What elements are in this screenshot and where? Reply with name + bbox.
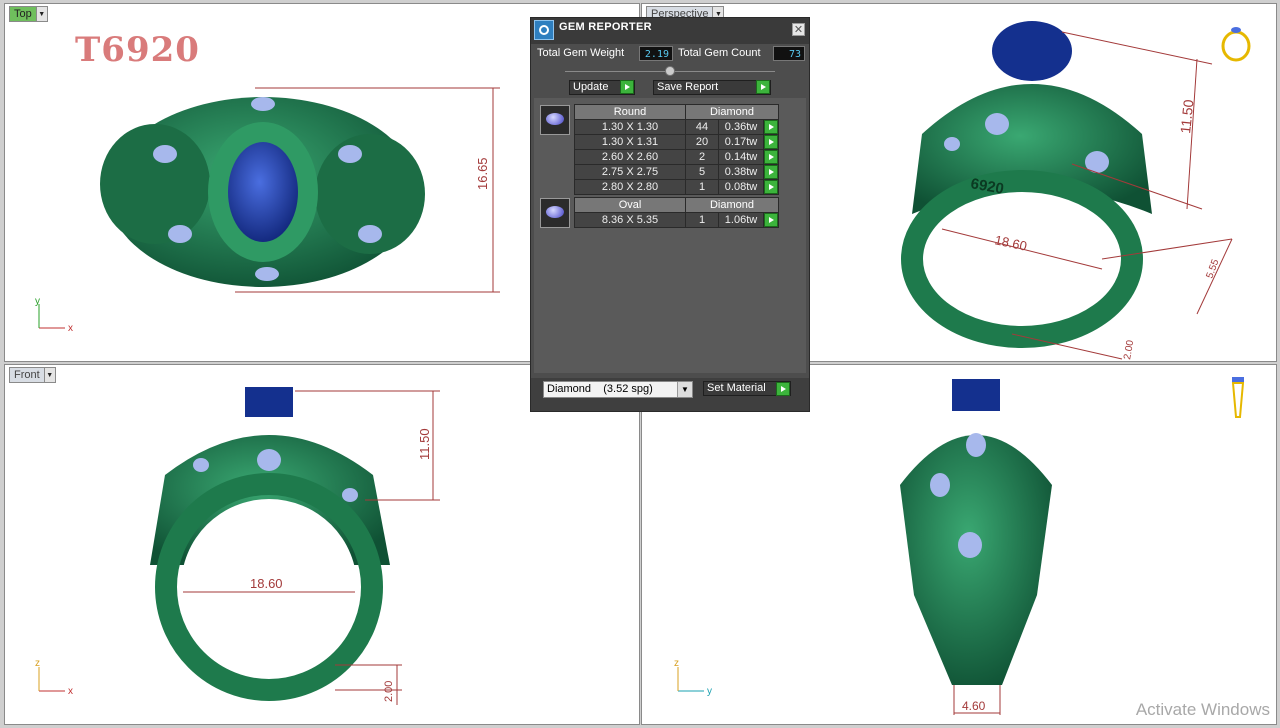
gem-count: 44 bbox=[685, 119, 719, 135]
table-row: 8.36 X 5.35 1 1.06tw bbox=[574, 212, 779, 228]
table-row: 2.75 X 2.75 5 0.38tw bbox=[574, 164, 779, 180]
totals-row: Total Gem Weight 2.19 Total Gem Count 73 bbox=[535, 46, 807, 64]
row-select[interactable] bbox=[763, 149, 779, 165]
gem-size: 1.30 X 1.31 bbox=[574, 134, 686, 150]
gem-group-oval: Oval Diamond 8.36 X 5.35 1 1.06tw bbox=[574, 197, 779, 228]
gem-group-round: Round Diamond 1.30 X 1.30 44 0.36tw 1.30… bbox=[574, 104, 779, 195]
set-material-label: Set Material bbox=[707, 382, 766, 394]
total-weight-label: Total Gem Weight bbox=[537, 47, 625, 59]
oval-gem-icon bbox=[540, 198, 570, 228]
close-button[interactable]: ✕ bbox=[792, 23, 805, 36]
gem-count: 1 bbox=[685, 212, 719, 228]
material-select[interactable]: Diamond (3.52 spg) ▼ bbox=[543, 381, 693, 398]
gem-list: Round Diamond 1.30 X 1.30 44 0.36tw 1.30… bbox=[534, 98, 806, 373]
gem-reporter-panel: GEM REPORTER ✕ Total Gem Weight 2.19 Tot… bbox=[530, 17, 810, 412]
gem-count: 2 bbox=[685, 149, 719, 165]
dimension-lines bbox=[953, 685, 1001, 715]
row-select[interactable] bbox=[763, 134, 779, 150]
panel-titlebar[interactable]: GEM REPORTER ✕ bbox=[531, 18, 809, 44]
gem-weight: 0.38tw bbox=[718, 164, 764, 180]
shape-header: Oval bbox=[574, 197, 686, 213]
table-row: 2.60 X 2.60 2 0.14tw bbox=[574, 149, 779, 165]
front-scene bbox=[38, 387, 440, 705]
update-go-icon[interactable] bbox=[620, 80, 634, 94]
axis-gizmo bbox=[38, 304, 65, 329]
table-row: 1.30 X 1.31 20 0.17tw bbox=[574, 134, 779, 150]
update-label: Update bbox=[573, 81, 609, 93]
gem-weight: 1.06tw bbox=[718, 212, 764, 228]
collapse-toggle[interactable] bbox=[665, 66, 675, 76]
gem-reporter-icon bbox=[534, 20, 554, 40]
ring-top-view bbox=[100, 97, 425, 287]
gem-size: 1.30 X 1.30 bbox=[574, 119, 686, 135]
row-select[interactable] bbox=[763, 164, 779, 180]
gem-count: 5 bbox=[685, 164, 719, 180]
ring-front-view bbox=[150, 387, 390, 701]
round-gem-icon bbox=[540, 105, 570, 135]
row-go-icon[interactable] bbox=[764, 135, 778, 149]
save-report-label: Save Report bbox=[657, 81, 719, 93]
gem-weight: 0.08tw bbox=[718, 179, 764, 195]
material-header: Diamond bbox=[685, 104, 779, 120]
total-weight-value: 2.19 bbox=[639, 46, 673, 61]
total-count-label: Total Gem Count bbox=[678, 47, 761, 59]
activation-watermark: Activate Windows bbox=[1135, 700, 1270, 719]
set-material-go-icon[interactable] bbox=[776, 382, 790, 396]
row-go-icon[interactable] bbox=[764, 165, 778, 179]
row-go-icon[interactable] bbox=[764, 120, 778, 134]
gem-count: 20 bbox=[685, 134, 719, 150]
material-select-value: Diamond (3.52 spg) bbox=[547, 383, 653, 395]
table-row: 2.80 X 2.80 1 0.08tw bbox=[574, 179, 779, 195]
gem-size: 2.75 X 2.75 bbox=[574, 164, 686, 180]
axis-gizmo bbox=[38, 667, 65, 692]
viewport-right[interactable]: 4.60 y z Activate Windows bbox=[641, 364, 1277, 725]
gem-count: 1 bbox=[685, 179, 719, 195]
row-select[interactable] bbox=[763, 119, 779, 135]
row-select[interactable] bbox=[763, 212, 779, 228]
total-count-value: 73 bbox=[773, 46, 805, 61]
gem-weight: 0.17tw bbox=[718, 134, 764, 150]
gem-weight: 0.36tw bbox=[718, 119, 764, 135]
row-select[interactable] bbox=[763, 179, 779, 195]
chevron-down-icon[interactable]: ▼ bbox=[677, 382, 692, 397]
right-scene bbox=[677, 377, 1245, 715]
row-go-icon[interactable] bbox=[764, 180, 778, 194]
ring-icon bbox=[1221, 27, 1251, 62]
table-row: 1.30 X 1.30 44 0.36tw bbox=[574, 119, 779, 135]
gem-size: 2.60 X 2.60 bbox=[574, 149, 686, 165]
gem-size: 2.80 X 2.80 bbox=[574, 179, 686, 195]
material-header: Diamond bbox=[685, 197, 779, 213]
oval-stone bbox=[228, 142, 298, 242]
ring-side-view bbox=[900, 379, 1052, 685]
gem-weight: 0.14tw bbox=[718, 149, 764, 165]
save-report-button[interactable]: Save Report bbox=[653, 80, 771, 95]
row-go-icon[interactable] bbox=[764, 213, 778, 227]
panel-title: GEM REPORTER bbox=[559, 21, 652, 33]
viewport-front[interactable]: Front ▼ 11.50 18.60 2.00 x z bbox=[4, 364, 640, 725]
shape-header: Round bbox=[574, 104, 686, 120]
row-go-icon[interactable] bbox=[764, 150, 778, 164]
gem-size: 8.36 X 5.35 bbox=[574, 212, 686, 228]
ring-side-icon bbox=[1231, 377, 1245, 418]
save-report-go-icon[interactable] bbox=[756, 80, 770, 94]
axis-gizmo bbox=[677, 667, 704, 692]
